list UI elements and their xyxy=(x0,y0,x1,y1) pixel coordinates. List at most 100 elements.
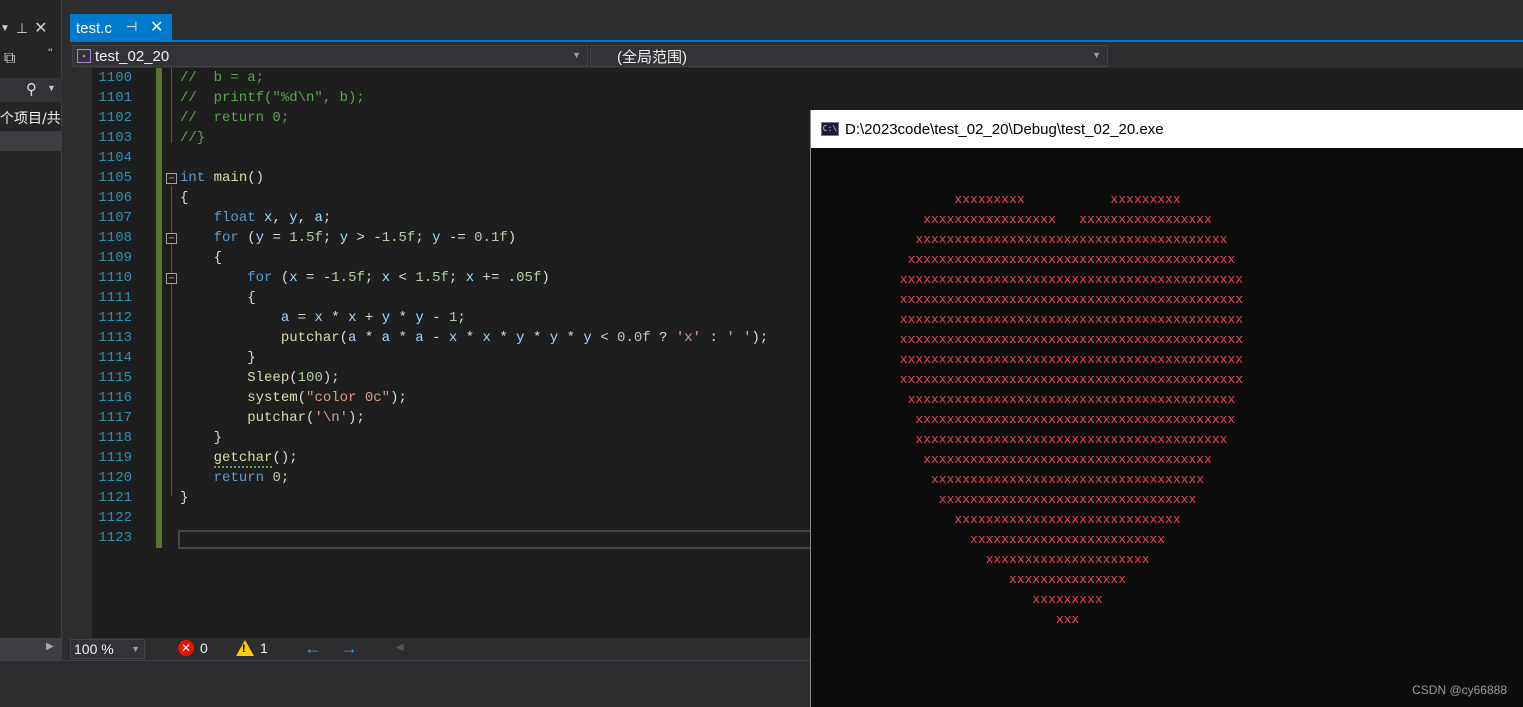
code-line[interactable]: 1101 // printf("%d\n", b); xyxy=(70,88,1470,108)
console-line: xxxxxxxxxxxxxxxxxxxxxxxxxxxxxxxxxxxxxxxx xyxy=(892,432,1228,447)
line-number: 1114 xyxy=(98,350,132,366)
close-icon[interactable]: ✕ xyxy=(34,18,47,38)
navigation-bar: ▪ test_02_20 ▼ (全局范围) ▼ xyxy=(70,43,1523,68)
console-line: xxxxxxxxx xyxy=(892,592,1103,607)
code-line[interactable]: 1100 // b = a; xyxy=(70,68,1470,88)
line-number: 1111 xyxy=(98,290,132,306)
horizontal-scrollbar[interactable]: ▶ xyxy=(0,638,62,660)
console-line: xxxxxxxxxxxxxxxxxxxxxxxxxxxxxxxxxxxxxxxx… xyxy=(892,332,1244,347)
code-text: // b = a; xyxy=(180,70,265,86)
code-text: { xyxy=(180,190,189,206)
scope-dropdown[interactable]: (全局范围) ▼ xyxy=(590,45,1108,67)
code-text: { xyxy=(180,290,256,306)
console-line: xxxxxxxxxxxxxxxxxxxxxxxxxxxxxxxxxxxxxxxx… xyxy=(892,392,1236,407)
code-text: for (x = -1.5f; x < 1.5f; x += .05f) xyxy=(247,270,550,286)
code-text: //} xyxy=(180,130,206,146)
search-dropdown-icon[interactable]: ▼ xyxy=(47,83,56,93)
scroll-left-icon[interactable]: ◀ xyxy=(396,642,404,653)
ide-window: ▼ ⊥ ✕ ⧉ '' ⚲ ▼ 个项目/共 ▶ test.c ⊣ ✕ ▪ test… xyxy=(0,0,1523,707)
more-icon[interactable]: '' xyxy=(48,46,53,60)
console-title-bar[interactable]: C:\ D:\2023code\test_02_20\Debug\test_02… xyxy=(811,110,1523,148)
line-number: 1118 xyxy=(98,430,132,446)
selected-tree-item[interactable] xyxy=(0,131,62,151)
code-text: system("color 0c"); xyxy=(247,390,407,406)
console-line: xxxxxxxxxxxxxxxxxxxxx xyxy=(892,552,1150,567)
code-text: // return 0; xyxy=(180,110,290,126)
console-icon: C:\ xyxy=(821,122,839,136)
zoom-dropdown[interactable]: 100 % ▼ xyxy=(70,639,145,659)
error-count[interactable]: ✕ 0 xyxy=(178,640,208,656)
document-tab-bar: test.c ⊣ ✕ xyxy=(70,14,1523,42)
line-number: 1108 xyxy=(98,230,132,246)
code-text: putchar(a * a * a - x * x * y * y * y < … xyxy=(280,330,769,346)
console-line: xxxxxxxxxxxxxxxxxxxxxxxxxxxxxxxxx xyxy=(892,492,1197,507)
console-line: xxxxxxxxxxxxxxxxxxxxxxxxxxxxxxxxxxxxxxxx… xyxy=(892,252,1236,267)
line-number: 1109 xyxy=(98,250,132,266)
code-text: { xyxy=(180,250,223,266)
tab-label: test.c xyxy=(76,19,112,37)
code-text: return 0; xyxy=(213,470,290,486)
close-tab-icon[interactable]: ✕ xyxy=(150,17,163,37)
console-line: xxxxxxxxxxxxxxxxxxxxxxxxxxxxxxxxxxxxxxxx… xyxy=(892,412,1236,427)
project-name: test_02_20 xyxy=(95,47,170,65)
chevron-down-icon: ▼ xyxy=(131,644,140,654)
line-number: 1120 xyxy=(98,470,132,486)
pin-icon[interactable]: ⊥ xyxy=(16,20,28,37)
scroll-right-icon[interactable]: ▶ xyxy=(46,641,54,652)
line-number: 1100 xyxy=(98,70,132,86)
panel-header: ▼ ⊥ ✕ xyxy=(0,14,62,42)
line-number: 1115 xyxy=(98,370,132,386)
code-text: getchar(); xyxy=(213,450,298,468)
console-title: D:\2023code\test_02_20\Debug\test_02_20.… xyxy=(845,120,1164,138)
tab-test-c[interactable]: test.c ⊣ ✕ xyxy=(70,14,172,42)
warning-icon: ! xyxy=(236,640,254,656)
navigate-back-icon[interactable]: ← xyxy=(304,638,322,659)
line-number: 1121 xyxy=(98,490,132,506)
scope-name: (全局范围) xyxy=(617,48,687,66)
project-dropdown[interactable]: ▪ test_02_20 ▼ xyxy=(72,45,588,67)
console-line: xxxxxxxxxxxxxxxxxxxxxxxxxxxxxxxxxxxxxxxx… xyxy=(892,312,1244,327)
line-number: 1122 xyxy=(98,510,132,526)
console-line: xxxxxxxxxxxxxxxxxxxxxxxxxxxxxxxxxxxxxxxx… xyxy=(892,352,1244,367)
console-window[interactable]: C:\ D:\2023code\test_02_20\Debug\test_02… xyxy=(810,110,1523,707)
console-line: xxxxxxxxxxxxxxxxxxxxxxxxxxxxx xyxy=(892,512,1181,527)
line-number: 1113 xyxy=(98,330,132,346)
output-panel-strip xyxy=(0,660,810,707)
zoom-level: 100 % xyxy=(74,641,114,657)
pin-icon[interactable]: ⊣ xyxy=(126,19,137,35)
line-number: 1106 xyxy=(98,190,132,206)
search-icon[interactable]: ⚲ xyxy=(26,80,37,98)
solution-explorer-panel: ▼ ⊥ ✕ ⧉ '' ⚲ ▼ 个项目/共 ▶ xyxy=(0,0,62,707)
project-icon: ▪ xyxy=(77,49,91,63)
solution-label: 个项目/共 xyxy=(0,111,61,127)
code-text: } xyxy=(180,490,189,506)
navigate-forward-icon[interactable]: → xyxy=(340,638,358,659)
warning-count-value: 1 xyxy=(260,640,268,656)
line-number: 1104 xyxy=(98,150,132,166)
panel-search[interactable]: ⚲ ▼ xyxy=(0,78,62,102)
console-line: xxx xyxy=(892,612,1080,627)
line-number: 1110 xyxy=(98,270,132,286)
line-number: 1112 xyxy=(98,310,132,326)
panel-toolbar: ⧉ '' xyxy=(0,46,62,74)
chevron-down-icon: ▼ xyxy=(1092,50,1101,60)
code-text: // printf("%d\n", b); xyxy=(180,90,365,106)
console-line: xxxxxxxxxxxxxxxxxxxxxxxxxxxxxxxxxxxxxxxx… xyxy=(892,372,1244,387)
warning-count[interactable]: ! 1 xyxy=(236,640,268,656)
copy-icon[interactable]: ⧉ xyxy=(4,50,15,68)
line-number: 1105 xyxy=(98,170,132,186)
code-text: Sleep(100); xyxy=(247,370,340,386)
console-line: xxxxxxxxxxxxxxxxxxxxxxxxxxxxxxxxxxxxxxxx… xyxy=(892,272,1244,287)
console-line: xxxxxxxxxxxxxxxxxxxxxxxxx xyxy=(892,532,1166,547)
code-text: float x, y, a; xyxy=(213,210,332,226)
console-line: xxxxxxxxx xxxxxxxxx xyxy=(892,192,1181,207)
console-line: xxxxxxxxxxxxxxxxxxxxxxxxxxxxxxxxxxxxxxxx xyxy=(892,232,1228,247)
line-number: 1117 xyxy=(98,410,132,426)
error-icon: ✕ xyxy=(178,640,194,656)
line-number: 1123 xyxy=(98,530,132,546)
console-line: xxxxxxxxxxxxxxxxx xxxxxxxxxxxxxxxxx xyxy=(892,212,1212,227)
console-line: xxxxxxxxxxxxxxxxxxxxxxxxxxxxxxxxxxxxxxxx… xyxy=(892,292,1244,307)
dropdown-arrow-icon[interactable]: ▼ xyxy=(0,23,10,34)
console-line: xxxxxxxxxxxxxxx xyxy=(892,572,1127,587)
line-number: 1102 xyxy=(98,110,132,126)
